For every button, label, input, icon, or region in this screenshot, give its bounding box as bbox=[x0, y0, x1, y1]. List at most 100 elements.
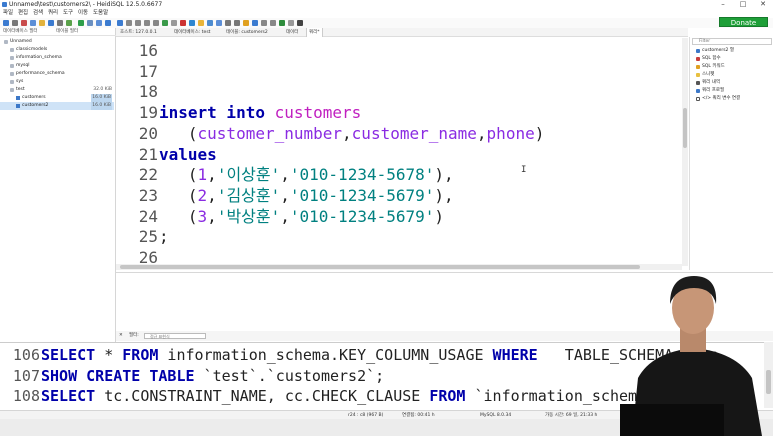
refresh-icon[interactable] bbox=[66, 20, 72, 26]
table-filter[interactable]: 테이블 필터 bbox=[56, 28, 78, 36]
export-icon[interactable] bbox=[105, 20, 111, 26]
tree-item[interactable]: customers 16.0 KiB bbox=[0, 94, 114, 102]
code-token: , bbox=[280, 206, 290, 226]
log-scrollbar[interactable] bbox=[764, 342, 773, 408]
tree-item[interactable]: information_schema bbox=[0, 54, 114, 62]
code-token: '이상훈' bbox=[216, 165, 281, 185]
tree-item[interactable]: test 32.0 KiB bbox=[0, 86, 114, 94]
wrench-icon[interactable] bbox=[243, 20, 249, 26]
helper-item-label: 쿼리 내역 bbox=[702, 80, 720, 85]
first-icon[interactable] bbox=[126, 20, 132, 26]
print-icon[interactable] bbox=[57, 20, 63, 26]
menu-bar: 파일 편집 검색 쿼리 도구 이동 도움말 bbox=[0, 9, 773, 18]
status-bar: r24 : c8 (967 B) 연결됨: 00:41 h MySQL 8.0.… bbox=[0, 410, 773, 419]
code-token: FROM bbox=[122, 346, 159, 364]
copy-icon[interactable] bbox=[30, 20, 36, 26]
code-token: '010-1234-5678' bbox=[289, 165, 435, 185]
sql-log-pane[interactable]: 106 SELECT * FROM information_schema.KEY_… bbox=[0, 342, 773, 408]
code-token: 2 bbox=[197, 185, 208, 205]
menu-file[interactable]: 파일 bbox=[3, 9, 13, 18]
tree-item[interactable]: mysql bbox=[0, 62, 114, 70]
folder-icon bbox=[696, 73, 700, 77]
menu-help[interactable]: 도움말 bbox=[93, 9, 108, 18]
tree-item[interactable]: performance_schema bbox=[0, 70, 114, 78]
checkbox-icon bbox=[696, 97, 700, 101]
format-icon[interactable] bbox=[252, 20, 258, 26]
menu-tools[interactable]: 도구 bbox=[63, 9, 73, 18]
tree-item[interactable]: classicmodels bbox=[0, 46, 114, 54]
helper-item-label: </> 쿼리 변수 연결 bbox=[702, 96, 741, 101]
tree-item[interactable]: sys bbox=[0, 78, 114, 86]
code-token: , bbox=[476, 123, 487, 143]
tab-data[interactable]: 데이터 bbox=[284, 28, 300, 37]
prev-icon[interactable] bbox=[135, 20, 141, 26]
minimize-button[interactable]: – bbox=[716, 0, 730, 9]
x-box-icon[interactable] bbox=[297, 20, 303, 26]
close-filter-icon[interactable]: ✕ bbox=[119, 331, 123, 341]
tab-query[interactable]: 쿼리* bbox=[306, 28, 323, 37]
code-token: , bbox=[342, 123, 352, 143]
search-icon[interactable] bbox=[225, 20, 231, 26]
database-icon bbox=[10, 88, 14, 92]
log-scroll-thumb[interactable] bbox=[766, 370, 771, 394]
execute-icon[interactable] bbox=[189, 20, 195, 26]
editor-horizontal-scrollbar[interactable] bbox=[116, 264, 682, 270]
menu-query[interactable]: 쿼리 bbox=[48, 9, 58, 18]
disconnect-icon[interactable] bbox=[12, 20, 18, 26]
result-grid-area[interactable] bbox=[116, 272, 773, 330]
line-number: 22 bbox=[138, 165, 158, 185]
main-tabs: 호스트: 127.0.0.1 데이터베이스: test 테이블: custome… bbox=[116, 28, 688, 37]
database-icon bbox=[10, 80, 14, 84]
tab-host[interactable]: 호스트: 127.0.0.1 bbox=[118, 28, 159, 37]
maximize-button[interactable]: □ bbox=[736, 0, 750, 9]
tab-table[interactable]: 테이블: customers2 bbox=[224, 28, 270, 37]
code-text: SELECT * FROM information_schema.KEY_COL… bbox=[41, 345, 718, 365]
pin-icon[interactable] bbox=[288, 20, 294, 26]
regex-filter-input[interactable]: 정규 표현식 bbox=[144, 333, 206, 339]
editor-scroll-thumb[interactable] bbox=[683, 108, 687, 148]
editor-vertical-scrollbar[interactable] bbox=[682, 38, 688, 266]
explain-icon[interactable] bbox=[87, 20, 93, 26]
columns-icon bbox=[696, 49, 700, 53]
helper-filter-input[interactable]: Filter bbox=[692, 38, 772, 45]
menu-goto[interactable]: 이동 bbox=[78, 9, 88, 18]
cut-icon[interactable] bbox=[21, 20, 27, 26]
code-token: customer_number bbox=[197, 123, 343, 143]
menu-edit[interactable]: 편집 bbox=[18, 9, 28, 18]
help-icon[interactable] bbox=[117, 20, 123, 26]
save-icon[interactable] bbox=[207, 20, 213, 26]
donate-button[interactable]: Donate bbox=[719, 17, 768, 27]
run-icon[interactable] bbox=[78, 20, 84, 26]
last-icon[interactable] bbox=[153, 20, 159, 26]
lightning-icon[interactable] bbox=[279, 20, 285, 26]
delete-row-icon[interactable] bbox=[180, 20, 186, 26]
code-token: `information_schema`.`CHECK bbox=[465, 387, 719, 405]
tree-item[interactable]: Unnamed bbox=[0, 38, 114, 46]
code-token: phone bbox=[486, 123, 535, 143]
post-icon[interactable] bbox=[171, 20, 177, 26]
sql-editor[interactable]: 16 17 18 19 insert into customers 20 (custome… bbox=[116, 38, 688, 266]
code-token: WHERE bbox=[492, 346, 538, 364]
code-token: customer_name bbox=[351, 123, 477, 143]
menu-search[interactable]: 검색 bbox=[33, 9, 43, 18]
next-icon[interactable] bbox=[144, 20, 150, 26]
indent-icon[interactable] bbox=[270, 20, 276, 26]
replace-icon[interactable] bbox=[234, 20, 240, 26]
history-icon bbox=[696, 81, 700, 85]
table-tool-icon[interactable] bbox=[216, 20, 222, 26]
helper-item-label: customers2 열 bbox=[702, 48, 734, 53]
database-filter[interactable]: 데이터베이스 필터 bbox=[3, 28, 38, 36]
connect-icon[interactable] bbox=[3, 20, 9, 26]
editor-hscroll-thumb[interactable] bbox=[120, 265, 640, 269]
insert-row-icon[interactable] bbox=[162, 20, 168, 26]
close-button[interactable]: ✕ bbox=[756, 0, 770, 9]
code-token: `test`.`customers2`; bbox=[194, 366, 385, 385]
paste-icon[interactable] bbox=[39, 20, 45, 26]
list-icon[interactable] bbox=[261, 20, 267, 26]
tree-item[interactable]: customers2 16.0 KiB bbox=[0, 102, 114, 110]
undo-icon[interactable] bbox=[48, 20, 54, 26]
grid-icon[interactable] bbox=[96, 20, 102, 26]
tab-database[interactable]: 데이터베이스: test bbox=[172, 28, 212, 37]
helper-item-label: 스니펫 bbox=[702, 72, 715, 77]
folder-open-icon[interactable] bbox=[198, 20, 204, 26]
